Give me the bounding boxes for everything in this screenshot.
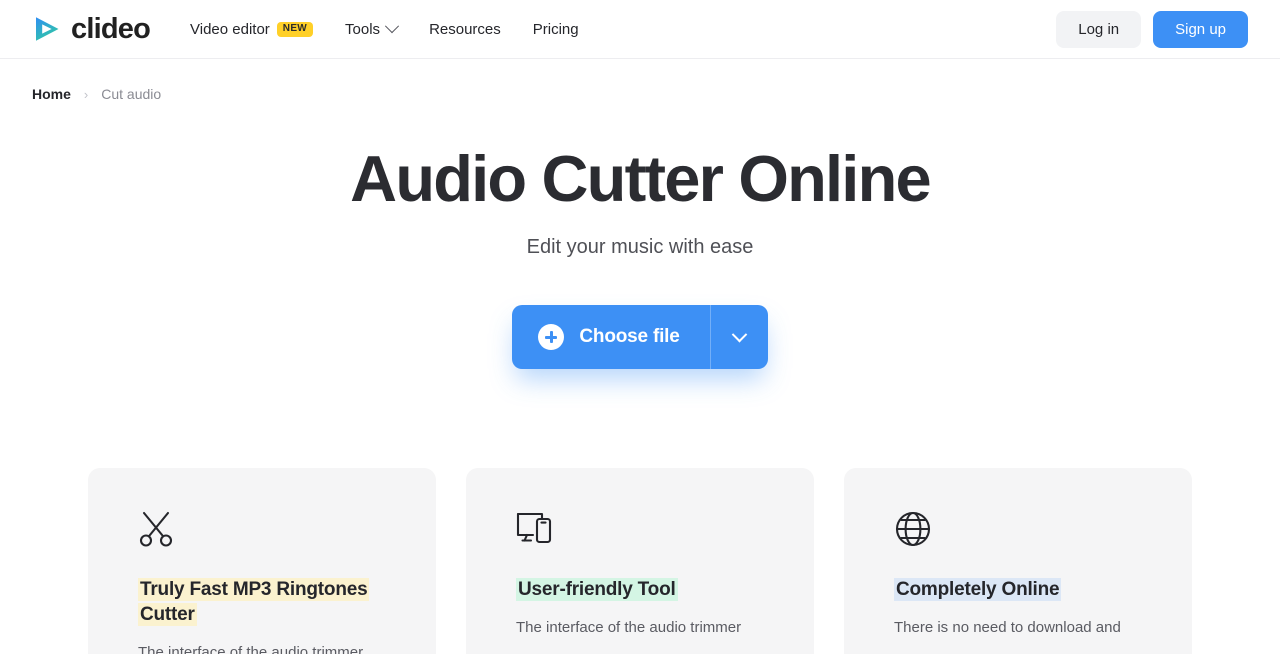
nav-item-video-editor[interactable]: Video editor NEW (190, 13, 329, 46)
clideo-logo[interactable]: clideo (32, 12, 151, 45)
header-actions: Log in Sign up (1056, 10, 1248, 48)
chevron-down-icon (384, 19, 400, 34)
feature-card-body: There is no need to download and (894, 619, 1121, 637)
feature-card-body: The interface of the audio trimmer (138, 644, 364, 654)
breadcrumb-current: Cut audio (101, 86, 162, 102)
nav-label-pricing: Pricing (532, 20, 579, 38)
choose-file-button[interactable]: Choose file (512, 305, 709, 369)
signup-button[interactable]: Sign up (1153, 10, 1248, 48)
hero-section: Audio Cutter Online Edit your music with… (0, 102, 1280, 259)
nav-item-pricing[interactable]: Pricing (517, 13, 595, 46)
globe-icon (894, 510, 1142, 550)
feature-cards: Truly Fast MP3 Ringtones Cutter The inte… (0, 468, 1280, 654)
feature-card: User-friendly Tool The interface of the … (466, 468, 814, 654)
feature-card-body: The interface of the audio trimmer (516, 619, 742, 637)
feature-card: Truly Fast MP3 Ringtones Cutter The inte… (88, 468, 436, 654)
new-badge: NEW (276, 21, 314, 37)
scissors-icon (138, 510, 386, 550)
feature-card: Completely Online There is no need to do… (844, 468, 1192, 654)
play-triangle-icon (32, 14, 62, 44)
choose-file-label: Choose file (579, 326, 680, 348)
login-button[interactable]: Log in (1056, 10, 1142, 48)
feature-card-title: Completely Online (894, 578, 1062, 602)
choose-file-button-group[interactable]: Choose file (512, 305, 768, 370)
nav-label-resources: Resources (429, 20, 501, 38)
page-title: Audio Cutter Online (350, 142, 931, 215)
nav-item-resources[interactable]: Resources (413, 13, 517, 46)
logo-text: clideo (71, 12, 151, 45)
breadcrumb-separator-icon: › (83, 86, 89, 102)
devices-icon (516, 510, 764, 550)
breadcrumb-home[interactable]: Home (32, 86, 71, 102)
choose-file-dropdown-toggle[interactable] (709, 305, 768, 370)
nav-label-video-editor: Video editor (190, 20, 270, 38)
nav-label-tools: Tools (345, 20, 381, 38)
nav-item-tools[interactable]: Tools (329, 13, 413, 46)
main-nav: Video editor NEW Tools Resources Pricing (190, 13, 595, 46)
feature-card-title: User-friendly Tool (516, 578, 678, 602)
feature-card-title: Truly Fast MP3 Ringtones Cutter (138, 578, 370, 627)
chevron-down-icon (731, 326, 747, 343)
plus-circle-icon (538, 324, 565, 351)
breadcrumb: Home › Cut audio (0, 59, 1280, 102)
page-subtitle: Edit your music with ease (526, 236, 754, 259)
site-header: clideo Video editor NEW Tools Resources … (0, 0, 1280, 59)
cta-section: Choose file (0, 305, 1280, 370)
